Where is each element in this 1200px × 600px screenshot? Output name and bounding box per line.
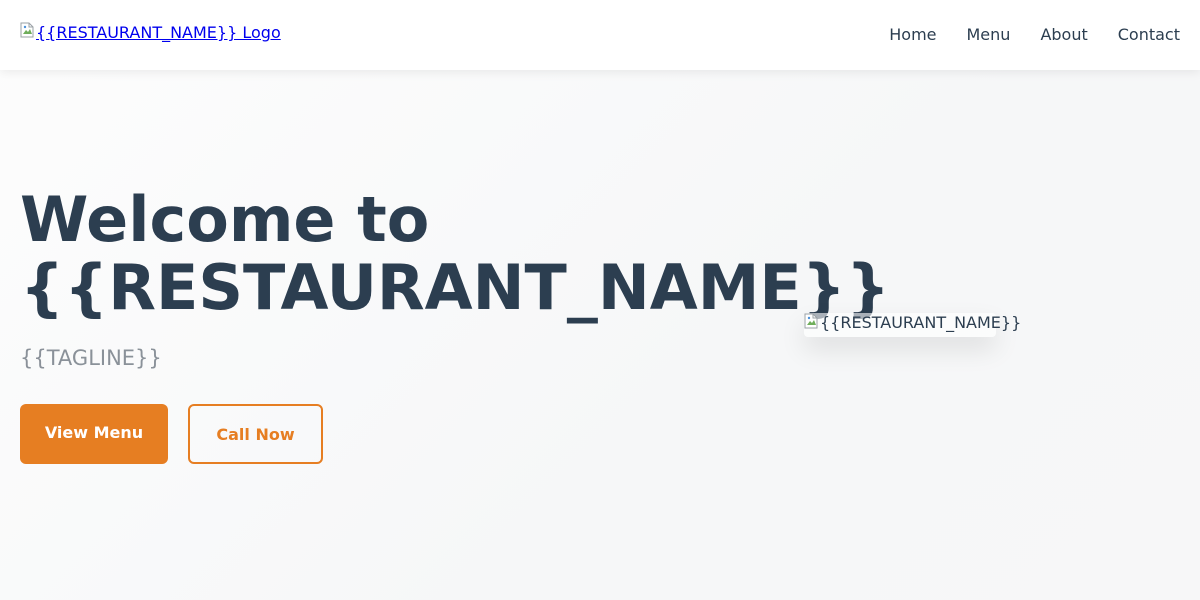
logo-alt-text: {{RESTAURANT_NAME}} Logo	[36, 23, 281, 42]
nav-contact[interactable]: Contact	[1118, 25, 1180, 45]
nav-about[interactable]: About	[1040, 25, 1087, 45]
hero-image: {{RESTAURANT_NAME}}	[804, 313, 1021, 337]
site-header: {{RESTAURANT_NAME}} Logo Home Menu About…	[0, 0, 1200, 70]
main-nav: Home Menu About Contact	[889, 25, 1180, 45]
hero-title-line1: Welcome to	[20, 183, 430, 256]
page: {{RESTAURANT_NAME}} Logo Home Menu About…	[0, 0, 1200, 600]
hero-title: Welcome to {{RESTAURANT_NAME}}	[20, 186, 890, 322]
hero-image-alt-text: {{RESTAURANT_NAME}}	[820, 313, 1022, 332]
view-menu-button[interactable]: View Menu	[20, 404, 168, 464]
broken-image-icon	[20, 22, 34, 38]
broken-image-icon	[804, 313, 818, 329]
nav-menu[interactable]: Menu	[967, 25, 1011, 45]
logo-link[interactable]: {{RESTAURANT_NAME}} Logo	[20, 22, 281, 42]
hero-title-line2: {{RESTAURANT_NAME}}	[20, 251, 891, 324]
call-now-button[interactable]: Call Now	[188, 404, 323, 464]
nav-home[interactable]: Home	[889, 25, 936, 45]
hero-tagline: {{TAGLINE}}	[20, 346, 162, 370]
